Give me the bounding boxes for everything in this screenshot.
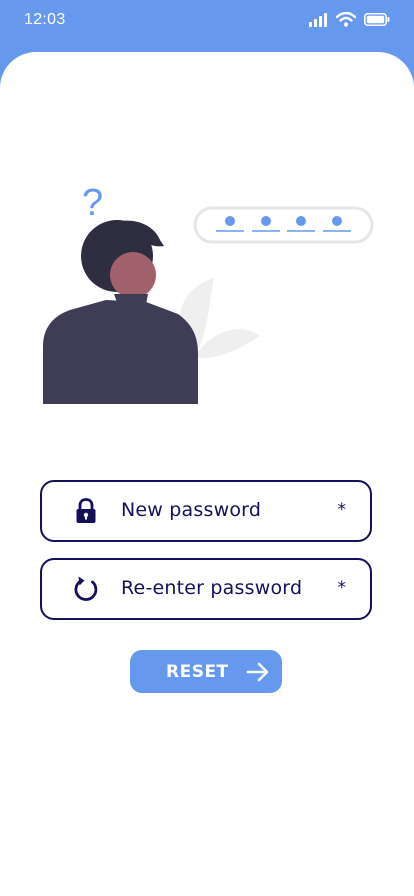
new-password-field[interactable]: New password * bbox=[40, 480, 372, 542]
lock-icon bbox=[76, 498, 96, 523]
status-time: 12:03 bbox=[24, 11, 66, 28]
required-indicator: * bbox=[337, 500, 347, 520]
arrow-right-icon bbox=[246, 662, 269, 682]
required-indicator: * bbox=[337, 578, 347, 598]
reset-button[interactable]: RESET bbox=[130, 650, 282, 693]
person-face bbox=[110, 252, 156, 298]
password-bubble bbox=[193, 206, 374, 244]
status-bar: 12:03 bbox=[0, 0, 414, 48]
confirm-password-label: Re-enter password bbox=[121, 577, 303, 599]
person-neck bbox=[114, 294, 148, 305]
status-icons bbox=[309, 12, 390, 27]
forgot-password-illustration: ? bbox=[43, 182, 374, 404]
wifi-icon bbox=[336, 12, 356, 27]
person-body bbox=[43, 300, 198, 404]
battery-icon bbox=[364, 13, 390, 26]
confirm-password-field[interactable]: Re-enter password * bbox=[40, 558, 372, 620]
question-mark: ? bbox=[82, 182, 103, 224]
new-password-label: New password bbox=[121, 499, 262, 521]
refresh-icon bbox=[74, 576, 98, 601]
reset-button-label: RESET bbox=[166, 662, 229, 682]
signal-icon bbox=[309, 12, 327, 27]
